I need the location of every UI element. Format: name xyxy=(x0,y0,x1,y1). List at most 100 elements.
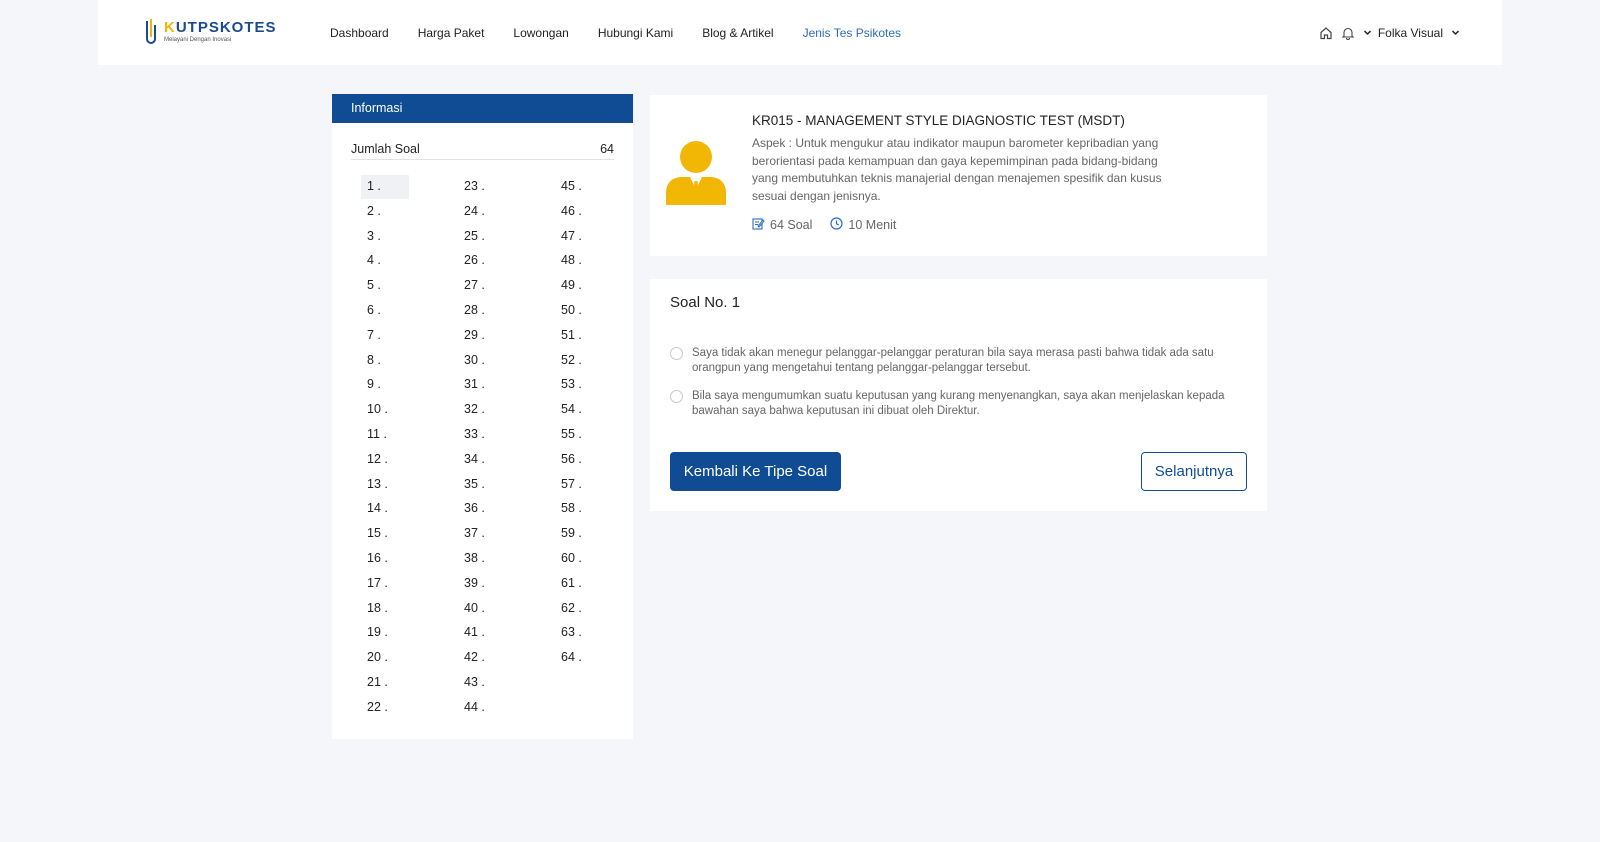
next-button[interactable]: Selanjutnya xyxy=(1141,452,1247,491)
question-number-item[interactable]: 59 . xyxy=(555,522,603,546)
question-number-item[interactable]: 63 . xyxy=(555,621,603,645)
question-count-text: 64 Soal xyxy=(770,218,813,232)
question-number-item[interactable]: 22 . xyxy=(361,696,409,720)
answer-option-1[interactable]: Saya tidak akan menegur pelanggar-pelang… xyxy=(670,346,1230,376)
question-number-item[interactable]: 55 . xyxy=(555,423,603,447)
question-number-item[interactable]: 7 . xyxy=(361,324,409,348)
question-number-item[interactable]: 46 . xyxy=(555,200,603,224)
question-number-item[interactable]: 44 . xyxy=(458,696,506,720)
question-number-item[interactable]: 52 . xyxy=(555,349,603,373)
question-number-item[interactable]: 21 . xyxy=(361,671,409,695)
question-number-item[interactable]: 5 . xyxy=(361,274,409,298)
question-number-item[interactable]: 16 . xyxy=(361,547,409,571)
question-number-item[interactable]: 49 . xyxy=(555,274,603,298)
edit-document-icon xyxy=(752,217,770,233)
person-avatar-icon xyxy=(666,141,726,205)
question-number-item[interactable]: 26 . xyxy=(458,249,506,273)
bell-icon[interactable] xyxy=(1341,26,1355,40)
question-number-item[interactable]: 32 . xyxy=(458,398,506,422)
duration-meta: 10 Menit xyxy=(830,217,896,233)
nav-hubungi-kami[interactable]: Hubungi Kami xyxy=(598,26,673,40)
nav-harga-paket[interactable]: Harga Paket xyxy=(418,26,485,40)
clock-icon xyxy=(830,217,848,233)
question-count-row: Jumlah Soal 64 xyxy=(351,142,614,160)
question-number-item[interactable]: 53 . xyxy=(555,373,603,397)
question-number-item[interactable]: 33 . xyxy=(458,423,506,447)
test-description: Aspek : Untuk mengukur atau indikator ma… xyxy=(752,136,1162,203)
question-number-item[interactable]: 42 . xyxy=(458,646,506,670)
question-number-item[interactable]: 38 . xyxy=(458,547,506,571)
header-actions: Folka Visual xyxy=(1311,0,1460,65)
logo[interactable]: KUTPSKOTES Melayani Dengan Inovasi xyxy=(142,17,277,47)
question-number-item[interactable]: 60 . xyxy=(555,547,603,571)
question-number-item[interactable]: 35 . xyxy=(458,473,506,497)
nav-lowongan[interactable]: Lowongan xyxy=(513,26,568,40)
question-number-item[interactable]: 36 . xyxy=(458,497,506,521)
question-number-item[interactable]: 1 . xyxy=(361,175,409,199)
answer-option-text: Saya tidak akan menegur pelanggar-pelang… xyxy=(692,347,1214,374)
question-number-item[interactable]: 43 . xyxy=(458,671,506,695)
question-number-item[interactable]: 2 . xyxy=(361,200,409,224)
top-navbar: KUTPSKOTES Melayani Dengan Inovasi Dashb… xyxy=(98,0,1502,65)
nav-blog-artikel[interactable]: Blog & Artikel xyxy=(702,26,773,40)
question-number-item[interactable]: 39 . xyxy=(458,572,506,596)
question-number-grid: 1 .2 .3 .4 .5 .6 .7 .8 .9 . 10 . 11 . 12 .1… xyxy=(361,175,621,721)
test-title: KR015 - MANAGEMENT STYLE DIAGNOSTIC TEST… xyxy=(752,113,1125,128)
question-number-item[interactable]: 19 . xyxy=(361,621,409,645)
answer-option-2[interactable]: Bila saya mengumumkan suatu keputusan ya… xyxy=(670,389,1230,419)
nav-dashboard[interactable]: Dashboard xyxy=(330,26,389,40)
question-number-item[interactable]: 20 . xyxy=(361,646,409,670)
question-card: Soal No. 1 Saya tidak akan menegur pelan… xyxy=(650,279,1267,511)
paperclip-logo-icon xyxy=(142,17,158,47)
question-title: Soal No. 1 xyxy=(670,294,741,311)
question-number-item[interactable]: 12 . xyxy=(361,448,409,472)
question-number-item[interactable]: 48 . xyxy=(555,249,603,273)
question-number-item[interactable]: 27 . xyxy=(458,274,506,298)
question-number-item[interactable]: 3 . xyxy=(361,225,409,249)
question-number-item[interactable]: 17 . xyxy=(361,572,409,596)
duration-text: 10 Menit xyxy=(848,218,897,232)
info-panel: Informasi Jumlah Soal 64 1 .2 .3 .4 .5 .… xyxy=(332,94,633,739)
nav-jenis-tes-psikotes[interactable]: Jenis Tes Psikotes xyxy=(803,26,902,40)
question-number-item[interactable]: 30 . xyxy=(458,349,506,373)
question-number-item[interactable]: 15 . xyxy=(361,522,409,546)
question-number-item[interactable]: 56 . xyxy=(555,448,603,472)
question-number-item[interactable]: 40 . xyxy=(458,597,506,621)
question-number-item[interactable]: 34 . xyxy=(458,448,506,472)
question-number-item[interactable]: 9 . xyxy=(361,373,409,397)
main-nav: Dashboard Harga Paket Lowongan Hubungi K… xyxy=(330,0,930,65)
question-number-item[interactable]: 31 . xyxy=(458,373,506,397)
question-number-item[interactable]: 45 . xyxy=(555,175,603,199)
question-number-item[interactable]: 13 . xyxy=(361,473,409,497)
user-menu-chevron-icon[interactable] xyxy=(1451,28,1460,37)
question-number-item[interactable]: 14 . xyxy=(361,497,409,521)
question-number-item[interactable]: 11 . xyxy=(361,423,409,447)
radio-button[interactable] xyxy=(670,390,683,403)
question-number-item[interactable]: 10 . xyxy=(361,398,409,422)
question-number-item[interactable]: 37 . xyxy=(458,522,506,546)
question-number-item[interactable]: 6 . xyxy=(361,299,409,323)
question-number-item[interactable]: 50 . xyxy=(555,299,603,323)
question-number-item[interactable]: 51 . xyxy=(555,324,603,348)
chevron-down-icon[interactable] xyxy=(1363,28,1372,37)
question-number-item[interactable]: 54 . xyxy=(555,398,603,422)
question-number-item[interactable]: 29 . xyxy=(458,324,506,348)
question-number-item[interactable]: 57 . xyxy=(555,473,603,497)
question-number-item[interactable]: 8 . xyxy=(361,349,409,373)
question-number-item[interactable]: 28 . xyxy=(458,299,506,323)
question-number-item[interactable]: 64 . xyxy=(555,646,603,670)
question-number-item[interactable]: 41 . xyxy=(458,621,506,645)
user-name[interactable]: Folka Visual xyxy=(1378,26,1443,40)
home-icon[interactable] xyxy=(1319,26,1333,40)
question-number-item[interactable]: 58 . xyxy=(555,497,603,521)
question-number-item[interactable]: 61 . xyxy=(555,572,603,596)
question-number-item[interactable]: 23 . xyxy=(458,175,506,199)
radio-button[interactable] xyxy=(670,347,683,360)
question-number-item[interactable]: 18 . xyxy=(361,597,409,621)
question-number-item[interactable]: 4 . xyxy=(361,249,409,273)
question-number-item[interactable]: 47 . xyxy=(555,225,603,249)
question-number-item[interactable]: 24 . xyxy=(458,200,506,224)
question-number-item[interactable]: 25 . xyxy=(458,225,506,249)
question-number-item[interactable]: 62 . xyxy=(555,597,603,621)
back-to-question-type-button[interactable]: Kembali Ke Tipe Soal xyxy=(670,452,841,491)
